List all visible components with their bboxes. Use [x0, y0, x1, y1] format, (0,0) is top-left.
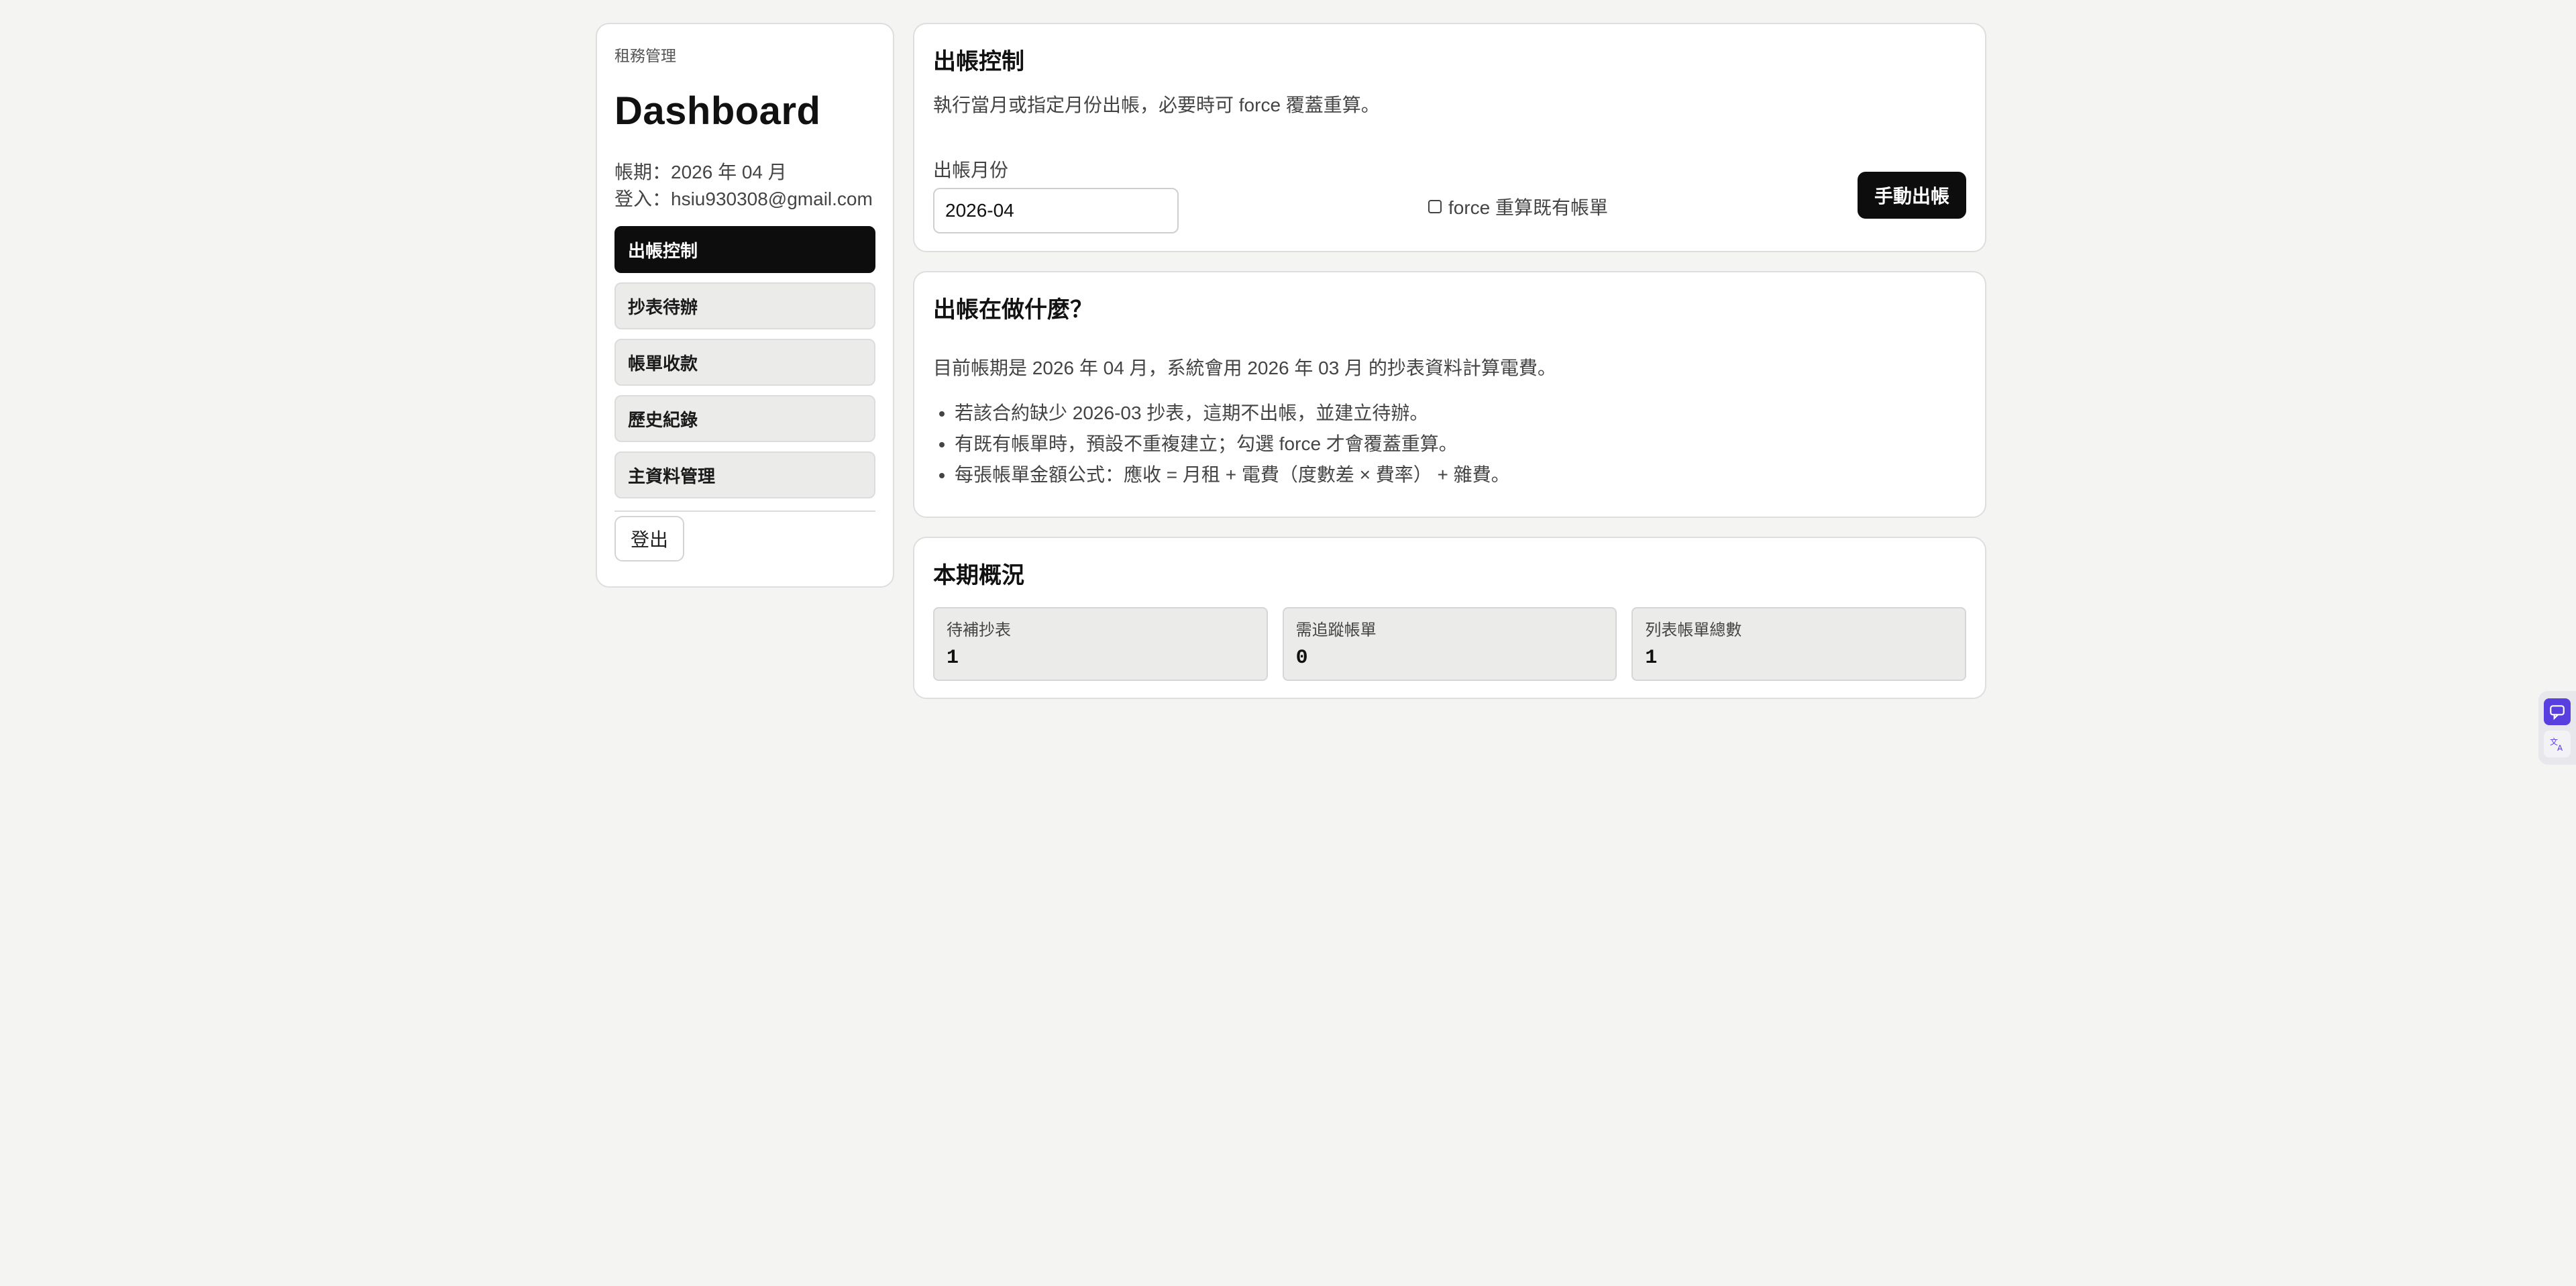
login-account: 登入：hsiu930308@gmail.com: [614, 189, 873, 209]
overview-stats: 待補抄表 1 需追蹤帳單 0 列表帳單總數 1: [933, 607, 1967, 681]
app-layout: 租務管理 Dashboard 帳期：2026 年 04 月 登入：hsiu930…: [596, 23, 1986, 699]
sidebar-item-label: 帳單收款: [628, 353, 698, 374]
force-recalc-option[interactable]: force 重算既有帳單: [1428, 193, 1608, 220]
sidebar-item-label: 主資料管理: [628, 466, 716, 486]
sidebar-item-meter-todo[interactable]: 抄表待辦: [614, 282, 875, 329]
stat-pending-meter: 待補抄表 1: [933, 607, 1268, 681]
sidebar-nav: 出帳控制 抄表待辦 帳單收款 歷史紀錄 主資料管理: [614, 226, 875, 512]
billing-card-title: 出帳控制: [933, 49, 1024, 74]
overview-card-title: 本期概況: [933, 563, 1024, 588]
sidebar: 租務管理 Dashboard 帳期：2026 年 04 月 登入：hsiu930…: [596, 23, 894, 588]
force-recalc-label: force 重算既有帳單: [1448, 197, 1609, 218]
list-item: 若該合約缺少 2026-03 抄表，這期不出帳，並建立待辦。: [955, 398, 1966, 429]
sidebar-item-billing-control[interactable]: 出帳控制: [614, 226, 875, 273]
account-meta: 帳期：2026 年 04 月 登入：hsiu930308@gmail.com: [614, 159, 875, 213]
nav-divider: [614, 511, 875, 512]
explain-card-title: 出帳在做什麼？: [933, 297, 1093, 323]
stat-value: 0: [1295, 647, 1308, 669]
list-item: 每張帳單金額公式：應收 = 月租 + 電費（度數差 × 費率） + 雜費。: [955, 460, 1966, 490]
billing-card-description: 執行當月或指定月份出帳，必要時可 force 覆蓋重算。: [933, 95, 1380, 115]
billing-month-input[interactable]: [933, 188, 1179, 233]
manual-billing-button[interactable]: 手動出帳: [1858, 172, 1966, 219]
stat-label: 待補抄表: [947, 621, 1011, 639]
stat-total-bills: 列表帳單總數 1: [1631, 607, 1967, 681]
billing-month-label: 出帳月份: [933, 160, 1009, 180]
billing-period: 帳期：2026 年 04 月: [614, 162, 787, 182]
sidebar-item-label: 出帳控制: [628, 240, 698, 261]
list-item: 有既有帳單時，預設不重複建立；勾選 force 才會覆蓋重算。: [955, 429, 1966, 460]
stat-tracking-bills: 需追蹤帳單 0: [1282, 607, 1617, 681]
explain-lead-text: 目前帳期是 2026 年 04 月，系統會用 2026 年 03 月 的抄表資料…: [933, 358, 1556, 378]
page-title: Dashboard: [614, 89, 821, 133]
floating-widget-bar: 文 A: [2538, 691, 2576, 765]
billing-control-card: 出帳控制 執行當月或指定月份出帳，必要時可 force 覆蓋重算。 出帳月份 f…: [913, 23, 1986, 252]
force-recalc-checkbox[interactable]: [1428, 200, 1442, 213]
billing-explain-card: 出帳在做什麼？ 目前帳期是 2026 年 04 月，系統會用 2026 年 03…: [913, 271, 1986, 518]
sidebar-item-label: 抄表待辦: [628, 297, 698, 317]
chat-bubble-icon[interactable]: [2544, 698, 2571, 725]
brand-label: 租務管理: [614, 47, 676, 64]
main-content: 出帳控制 執行當月或指定月份出帳，必要時可 force 覆蓋重算。 出帳月份 f…: [913, 23, 1986, 699]
stat-label: 列表帳單總數: [1645, 621, 1742, 639]
sidebar-item-label: 歷史紀錄: [628, 409, 698, 430]
stat-value: 1: [1645, 647, 1658, 669]
period-overview-card: 本期概況 待補抄表 1 需追蹤帳單 0 列表帳單總數 1: [913, 537, 1986, 699]
svg-text:A: A: [2557, 743, 2563, 753]
stat-label: 需追蹤帳單: [1295, 621, 1377, 639]
explain-bullet-list: 若該合約缺少 2026-03 抄表，這期不出帳，並建立待辦。 有既有帳單時，預設…: [933, 398, 1966, 490]
translate-icon[interactable]: 文 A: [2544, 731, 2571, 757]
logout-button[interactable]: 登出: [614, 516, 684, 561]
sidebar-item-bill-collection[interactable]: 帳單收款: [614, 339, 875, 386]
sidebar-item-master-data[interactable]: 主資料管理: [614, 451, 875, 498]
sidebar-item-history[interactable]: 歷史紀錄: [614, 395, 875, 442]
stat-value: 1: [947, 647, 959, 669]
